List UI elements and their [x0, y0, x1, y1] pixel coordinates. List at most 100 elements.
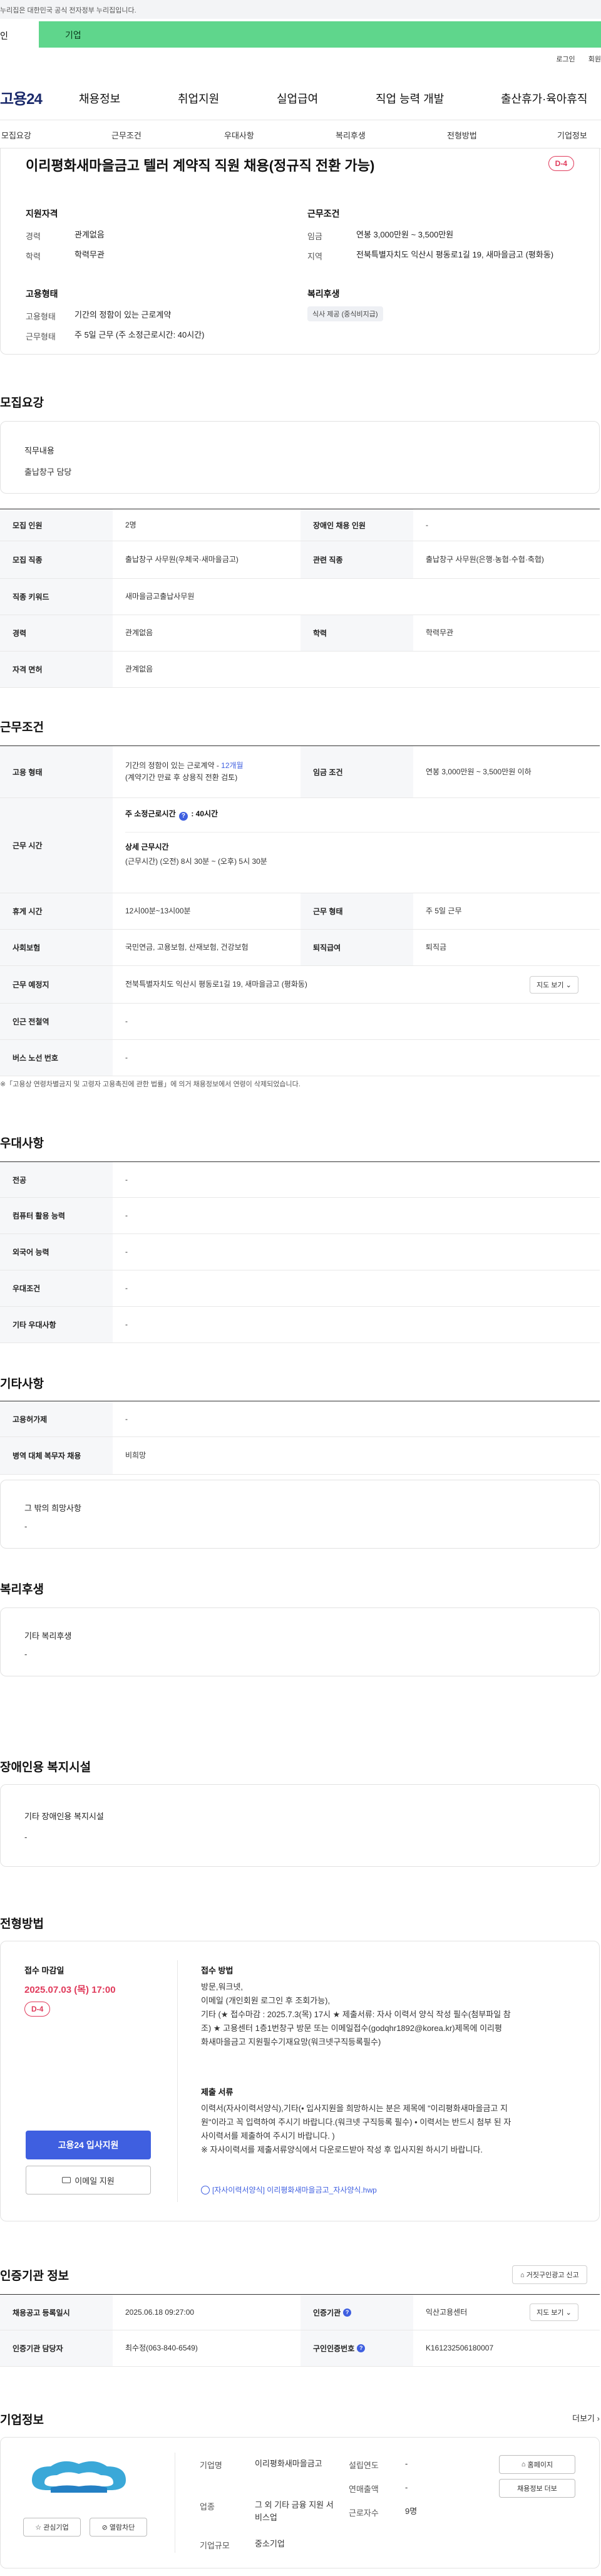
- table-row: 병역 대체 복무자 채용 비희망: [0, 1437, 600, 1475]
- subnav-recruit[interactable]: 모집요강: [1, 129, 31, 141]
- td-subway: -: [125, 1017, 128, 1026]
- weekly-hours-line: 주 소정근로시간 ? : 40시간: [125, 808, 600, 821]
- gnb-item-employment-support[interactable]: 취업지원: [178, 90, 219, 106]
- disability-etc-value: -: [24, 1832, 28, 1842]
- founded-value: -: [405, 2459, 408, 2468]
- docs-line: 사이력서를 제출하여 주시기 바랍니다. ): [201, 2131, 335, 2141]
- th-retirement: 퇴직급여: [300, 930, 413, 965]
- td-work-permit: -: [125, 1414, 128, 1423]
- disability-box: 기타 장애인용 복지시설 -: [0, 1784, 600, 1867]
- table-row: 자격 면허 관계없음: [0, 652, 600, 688]
- resume-file-link[interactable]: [자사이력서양식] 이리평화새마을금고_자사양식.hwp: [212, 2186, 377, 2194]
- th-subway: 인근 전철역: [0, 1004, 113, 1039]
- td-insurance: 국민연금, 고용보험, 산재보험, 건강보험: [125, 943, 249, 952]
- block-view-button[interactable]: ⊘ 열람차단: [90, 2518, 147, 2537]
- map-view-button[interactable]: 지도 보기 ⌄: [530, 976, 578, 994]
- map-view-label: 지도 보기: [537, 982, 564, 989]
- employment-type-text: 기간의 정함이 있는 근로계약 -: [125, 761, 222, 770]
- site-logo[interactable]: 고용24: [0, 86, 43, 108]
- company-name-value: 이리평화새마을금고: [255, 2459, 322, 2468]
- mail-icon: [62, 2177, 71, 2183]
- th-education: 학력: [300, 615, 413, 651]
- gnb-item-parental-leave[interactable]: 출산휴가·육아휴직: [501, 90, 587, 106]
- th-work-place: 근무 예정지: [0, 966, 113, 1003]
- table-row: 컴퓨터 활용 능력 -: [0, 1198, 600, 1234]
- table-row: 경력 관계없음 학력 학력무관: [0, 615, 600, 652]
- info-icon[interactable]: ?: [343, 2308, 352, 2317]
- attachment-icon: [201, 2186, 210, 2194]
- gnb-item-jobs[interactable]: 채용정보: [79, 90, 120, 106]
- company-jobs-button[interactable]: 채용정보 더보: [499, 2479, 575, 2498]
- table-row: 고용허가제 -: [0, 1401, 600, 1437]
- subnav-company[interactable]: 기업정보: [557, 129, 587, 141]
- sales-value: -: [405, 2483, 408, 2492]
- company-logo: [26, 2455, 132, 2499]
- tab-company[interactable]: 기업: [39, 21, 601, 48]
- td-cert-org: 익산고용센터: [426, 2307, 468, 2317]
- welfare-box: 기타 복리후생 -: [0, 1607, 600, 1676]
- gnb-item-vocational-training[interactable]: 직업 능력 개발: [376, 90, 444, 106]
- th-related-category: 관련 직종: [300, 541, 413, 578]
- info-icon[interactable]: ?: [357, 2344, 366, 2352]
- signup-link[interactable]: 회원: [588, 56, 601, 63]
- table-row: 기타 우대사항 -: [0, 1307, 600, 1343]
- subnav-process[interactable]: 전형방법: [447, 129, 477, 141]
- weekly-hours-label: 주 소정근로시간: [125, 809, 176, 818]
- td-job-category: 출납창구 사무원(우체국·새마을금고): [125, 555, 239, 564]
- email-apply-label: 이메일 지원: [74, 2176, 115, 2186]
- docs-line: 원"이라고 꼭 입력하여 주시기 바랍니다.(워크넷 구직등록 필수) • 이력…: [201, 2117, 511, 2127]
- report-fake-ad-button[interactable]: ⌂ 거짓구인광고 신고: [512, 2265, 587, 2284]
- table-row: 채용공고 등록일시 2025.06.18 09:27:00 인증기관? 익산고용…: [0, 2294, 600, 2330]
- subnav-welfare[interactable]: 복리후생: [336, 129, 366, 141]
- sales-label: 연매출액: [349, 2485, 379, 2494]
- td-career: 관계없음: [125, 628, 153, 637]
- th-insurance: 사회보험: [0, 930, 113, 965]
- method-text: 방문,워크넷, 이메일 (개인회원 로그인 후 조회가능), 기타 (★ 접수마…: [201, 1980, 577, 2049]
- deadline-label: 접수 마감일: [24, 1966, 64, 1975]
- work-type-value: 주 5일 근무 (주 소정근로시간: 40시간): [74, 330, 205, 340]
- table-row: 사회보험 국민연금, 고용보험, 산재보험, 건강보험 퇴직급여 퇴직금: [0, 930, 600, 966]
- table-row: 직종 키워드 새마을금고출납사무원: [0, 579, 600, 615]
- docs-line: ※ 자사이력서를 제출서류양식에서 다운로드받아 작성 후 입사지원 하시기 바…: [201, 2145, 483, 2154]
- cert-map-label: 지도 보기: [537, 2309, 564, 2317]
- td-education: 학력무관: [426, 628, 454, 637]
- company-heading: 기업정보: [0, 2414, 44, 2427]
- table-row: 모집 인원 2명 장애인 채용 인원 -: [0, 509, 600, 541]
- company-more-link[interactable]: 더보기 ›: [572, 2412, 600, 2424]
- wage-label: 임금: [307, 232, 322, 241]
- education-value: 학력무관: [74, 250, 105, 259]
- gnb-item-unemployment-benefit[interactable]: 실업급여: [277, 90, 318, 106]
- recruit-heading: 모집요강: [0, 397, 44, 410]
- subnav-preferences[interactable]: 우대사항: [224, 129, 254, 141]
- email-apply-button[interactable]: 이메일 지원: [26, 2166, 151, 2194]
- member-type-tabs: 인 기업: [0, 21, 601, 48]
- dday-badge: D-4: [548, 156, 574, 171]
- cert-map-button[interactable]: 지도 보기 ⌄: [530, 2303, 578, 2321]
- th-cert-manager: 인증기관 담당자: [0, 2330, 113, 2366]
- detail-hours-value: (근무시간) (오전) 8시 30분 ~ (오후) 5시 30분: [125, 857, 267, 866]
- table-row: 외국어 능력 -: [0, 1234, 600, 1270]
- chevron-right-icon: ›: [597, 2414, 600, 2423]
- other-wishes-value: -: [24, 1522, 28, 1531]
- td-cert-number: K161232506180007: [426, 2344, 494, 2352]
- company-size-value: 중소기업: [255, 2539, 285, 2548]
- th-pref-etc: 기타 우대사항: [0, 1307, 113, 1343]
- th-license: 자격 면허: [0, 652, 113, 687]
- cert-heading: 인증기관 정보: [0, 2270, 69, 2283]
- info-icon[interactable]: ?: [178, 812, 188, 821]
- homepage-button[interactable]: ⌂ 홈페이지: [499, 2455, 575, 2474]
- divider: [177, 1960, 178, 2202]
- deadline-value: 2025.07.03 (목) 17:00: [24, 1985, 116, 1995]
- table-row: 인근 전철역 -: [0, 1004, 600, 1040]
- favorite-company-button[interactable]: ☆ 관심기업: [23, 2518, 81, 2537]
- method-title: 접수 방법: [201, 1966, 234, 1975]
- login-link[interactable]: 로그인: [556, 56, 575, 63]
- th-break-time: 휴게 시간: [0, 893, 113, 929]
- th-cert-org-label: 인증기관: [313, 2308, 341, 2317]
- apply-button[interactable]: 고용24 입사지원: [26, 2131, 151, 2159]
- company-box: ☆ 관심기업 ⊘ 열람차단 기업명 이리평화새마을금고 업종 그 외 기타 금융…: [0, 2437, 600, 2568]
- tab-personal[interactable]: 인: [0, 21, 33, 48]
- education-label: 학력: [26, 252, 41, 261]
- subnav-conditions[interactable]: 근무조건: [111, 129, 141, 141]
- process-box: 접수 마감일 2025.07.03 (목) 17:00 D-4 접수 방법 방문…: [0, 1941, 600, 2221]
